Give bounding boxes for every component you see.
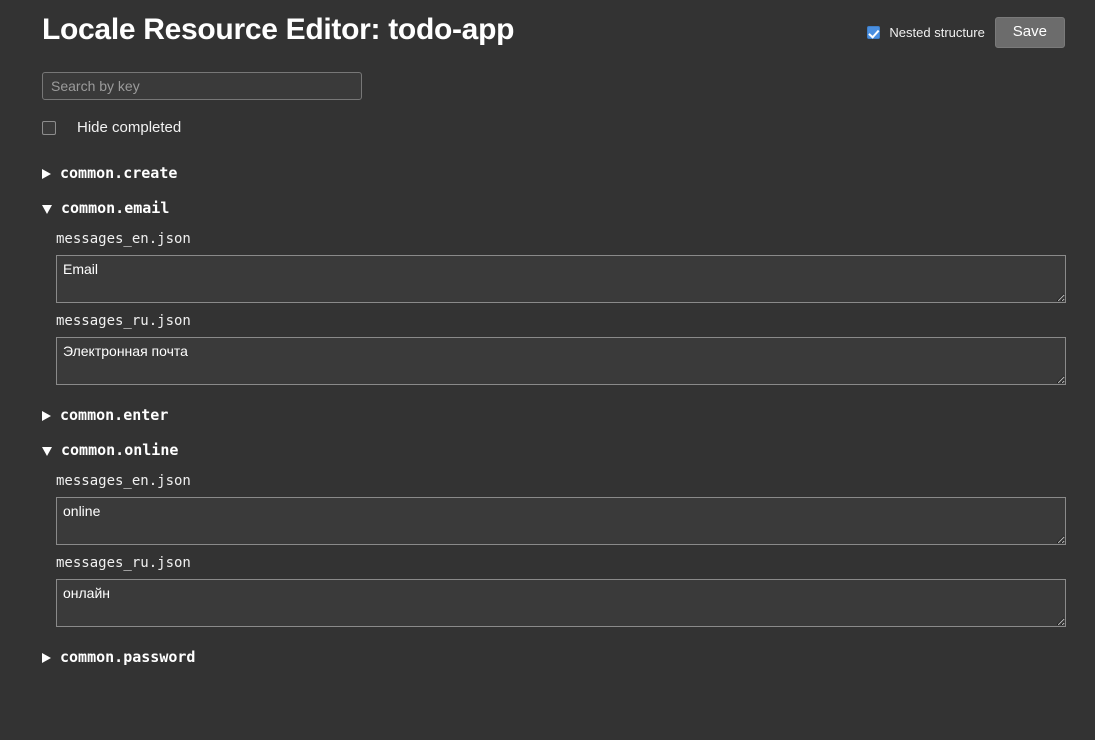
locale-key-row[interactable]: common.email: [30, 198, 1065, 219]
translation-fields: messages_en.json messages_ru.json: [30, 231, 1066, 385]
chevron-right-icon[interactable]: [42, 652, 51, 663]
translation-textarea[interactable]: [56, 337, 1066, 385]
translation-field: messages_en.json: [56, 231, 1066, 303]
translation-fields: messages_en.json messages_ru.json: [30, 473, 1066, 627]
page-title: Locale Resource Editor: todo-app: [42, 13, 515, 46]
header-controls: Nested structure Save: [867, 10, 1065, 48]
save-button[interactable]: Save: [994, 17, 1065, 48]
translation-field: messages_en.json: [56, 473, 1066, 545]
locale-file-label: messages_ru.json: [56, 313, 191, 329]
locale-key-list: common.create common.email messages_en.jso…: [30, 163, 1066, 668]
locale-key-row[interactable]: common.create: [30, 163, 1065, 184]
hide-completed-label: Hide completed: [77, 119, 182, 136]
nested-structure-label: Nested structure: [889, 25, 985, 40]
chevron-down-icon[interactable]: [42, 447, 52, 456]
locale-key-label: common.enter: [60, 406, 169, 424]
locale-key-label: common.password: [60, 648, 196, 666]
locale-key-label: common.online: [61, 441, 179, 459]
chevron-down-icon[interactable]: [42, 205, 52, 214]
translation-field: messages_ru.json: [56, 313, 1066, 385]
search-input[interactable]: [42, 72, 362, 100]
hide-completed-toggle[interactable]: Hide completed: [30, 119, 1065, 136]
translation-field: messages_ru.json: [56, 555, 1066, 627]
chevron-right-icon[interactable]: [42, 168, 51, 179]
locale-key-label: common.email: [61, 199, 170, 217]
locale-key-label: common.create: [60, 164, 178, 182]
hide-completed-checkbox[interactable]: [42, 120, 56, 135]
header: Locale Resource Editor: todo-app Nested …: [30, 0, 1065, 50]
locale-key-row[interactable]: common.enter: [30, 405, 1065, 426]
locale-file-label: messages_en.json: [56, 473, 191, 489]
nested-structure-checkbox[interactable]: [867, 26, 881, 39]
locale-key-row[interactable]: common.password: [30, 647, 1065, 668]
search-row: [30, 72, 1065, 100]
locale-file-label: messages_en.json: [56, 231, 191, 247]
chevron-right-icon[interactable]: [42, 410, 51, 421]
nested-structure-toggle[interactable]: Nested structure: [867, 25, 985, 40]
translation-textarea[interactable]: [56, 497, 1066, 545]
locale-file-label: messages_ru.json: [56, 555, 191, 571]
translation-textarea[interactable]: [56, 579, 1066, 627]
locale-key-row[interactable]: common.online: [30, 440, 1065, 461]
translation-textarea[interactable]: [56, 255, 1066, 303]
locale-resource-editor-page: Locale Resource Editor: todo-app Nested …: [0, 0, 1095, 740]
